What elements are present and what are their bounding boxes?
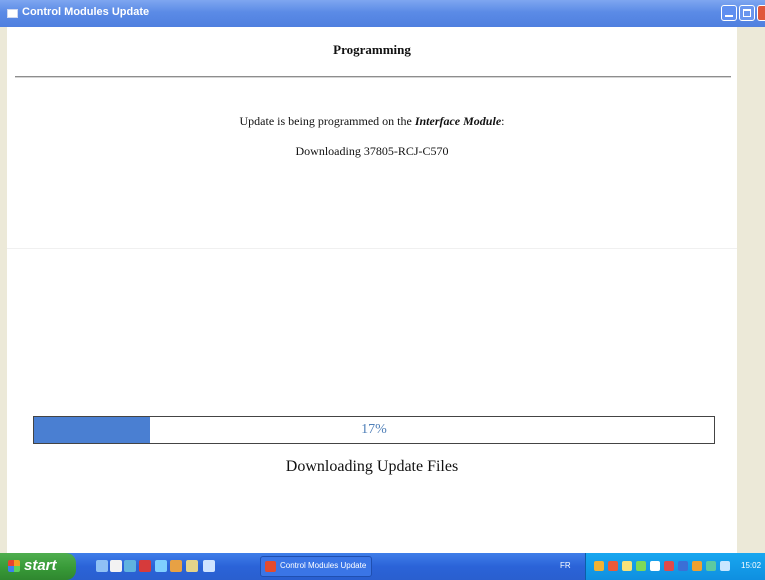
- settings-app-icon[interactable]: [203, 560, 215, 572]
- progress-bar: 17%: [33, 416, 715, 444]
- quick-launch-app-icon[interactable]: [110, 560, 122, 572]
- tools-app-icon[interactable]: [170, 560, 182, 572]
- language-indicator[interactable]: FR: [560, 561, 571, 570]
- window-icon: [7, 9, 18, 18]
- windows-logo-icon: [8, 560, 20, 572]
- network-app-icon[interactable]: [155, 560, 167, 572]
- message-suffix: :: [501, 114, 505, 128]
- window-side-panel: [737, 27, 765, 553]
- start-button[interactable]: start: [0, 553, 76, 580]
- minimize-icon: [725, 15, 733, 17]
- window-content: Programming Update is being programmed o…: [7, 27, 737, 553]
- tray-app-icon[interactable]: [706, 561, 716, 571]
- tray-app-icon[interactable]: [678, 561, 688, 571]
- show-desktop-icon[interactable]: [124, 560, 136, 572]
- page-title: Programming: [333, 42, 411, 57]
- tray-app-icon[interactable]: [664, 561, 674, 571]
- update-message: Update is being programmed on the Interf…: [7, 114, 737, 129]
- application-icon: [265, 561, 276, 572]
- tray-app-icon[interactable]: [650, 561, 660, 571]
- taskbar-window-button[interactable]: Control Modules Update: [260, 556, 372, 577]
- system-tray: 15:02: [585, 553, 765, 580]
- section-divider: [7, 248, 737, 249]
- progress-status: Downloading Update Files: [285, 458, 459, 475]
- start-label: start: [24, 557, 57, 574]
- tray-app-icon[interactable]: [692, 561, 702, 571]
- taskbar-window-label: Control Modules Update: [280, 561, 367, 570]
- clock: 15:02: [741, 561, 762, 570]
- download-file-text: Downloading 37805-RCJ-C570: [295, 144, 449, 158]
- tray-app-icon[interactable]: [608, 561, 618, 571]
- tray-app-icon[interactable]: [594, 561, 604, 571]
- maximize-button[interactable]: [739, 5, 755, 21]
- title-bar: Control Modules Update: [0, 0, 765, 27]
- close-button[interactable]: [757, 5, 765, 21]
- message-prefix: Update is being programmed on the: [239, 114, 415, 128]
- minimize-button[interactable]: [721, 5, 737, 21]
- progress-percent: 17%: [361, 422, 387, 437]
- taskbar: start Control Modules Update FR 15:02: [0, 553, 765, 580]
- network-tray-icon[interactable]: [720, 561, 730, 571]
- heading-divider: [15, 76, 731, 78]
- internet-explorer-icon[interactable]: [96, 560, 108, 572]
- folder-app-icon[interactable]: [186, 560, 198, 572]
- tray-app-icon[interactable]: [636, 561, 646, 571]
- maximize-icon: [743, 9, 751, 17]
- window-title: Control Modules Update: [22, 6, 150, 18]
- media-app-icon[interactable]: [139, 560, 151, 572]
- module-name: Interface Module: [414, 114, 502, 128]
- tray-app-icon[interactable]: [622, 561, 632, 571]
